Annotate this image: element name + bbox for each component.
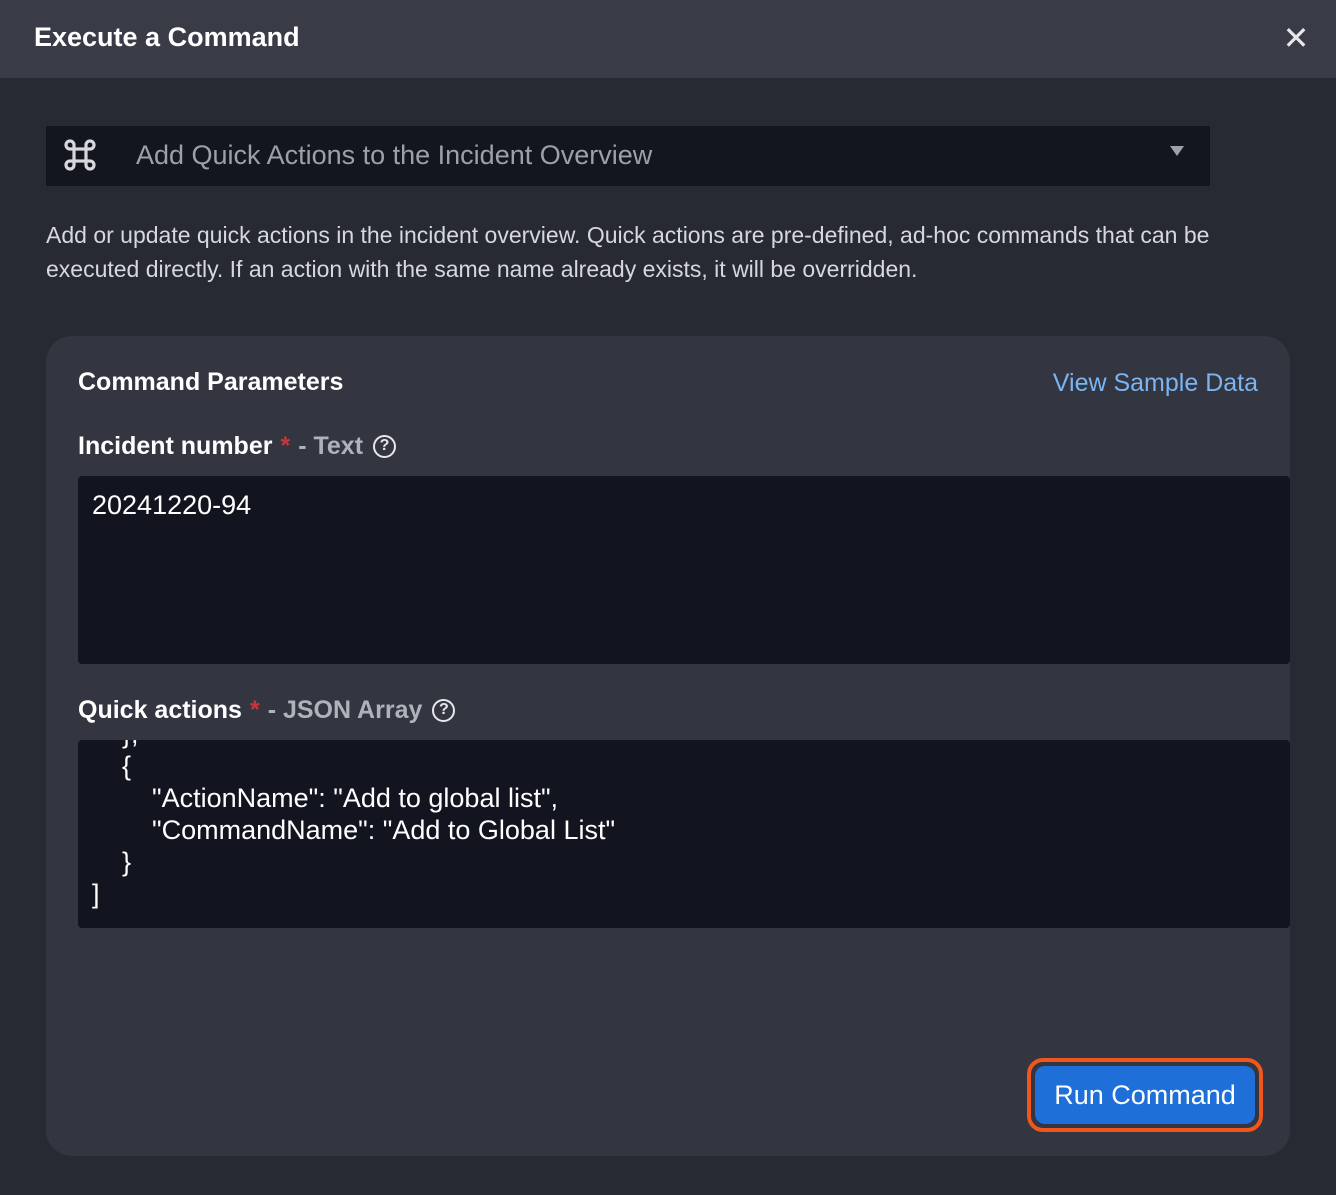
selected-command: Add Quick Actions to the Incident Overvi…: [136, 140, 653, 170]
command-select[interactable]: Add Quick Actions to the Incident Overvi…: [46, 126, 1210, 186]
execute-command-dialog: Execute a Command ✕ Add Quick Actions to…: [0, 0, 1336, 1195]
quick-actions-json-editor[interactable]: }, { "ActionName": "Add to global list",…: [78, 740, 1290, 928]
field-type: - JSON Array: [267, 696, 423, 724]
required-mark: *: [280, 432, 291, 460]
required-mark: *: [249, 696, 260, 724]
view-sample-data-link[interactable]: View Sample Data: [1053, 369, 1258, 398]
json-lines: }, { "ActionName": "Add to global list",…: [92, 740, 1276, 910]
incident-number-value: 20241220-94: [92, 490, 252, 520]
json-line: }: [92, 847, 132, 877]
field-label-text: Incident number: [78, 432, 273, 460]
incident-number-input[interactable]: 20241220-94: [78, 476, 1290, 664]
dialog-title: Execute a Command: [34, 22, 300, 52]
command-key-icon: [64, 139, 96, 171]
json-line: {: [92, 751, 132, 781]
help-icon[interactable]: ?: [373, 435, 397, 458]
run-command-highlight: Run Command: [1027, 1058, 1263, 1132]
incident-number-label: Incident number * - Text ?: [78, 432, 397, 461]
json-line: },: [92, 740, 1276, 750]
field-label-text: Quick actions: [78, 696, 242, 724]
parameters-title: Command Parameters: [78, 368, 344, 396]
help-icon[interactable]: ?: [432, 699, 456, 722]
command-parameters-panel: Command Parameters View Sample Data Inci…: [46, 336, 1290, 1156]
quick-actions-label: Quick actions * - JSON Array ?: [78, 696, 456, 725]
chevron-down-icon: [1170, 146, 1184, 156]
field-type: - Text: [298, 432, 364, 460]
run-command-button[interactable]: Run Command: [1035, 1066, 1255, 1124]
dialog-header: Execute a Command ✕: [0, 0, 1336, 78]
close-icon[interactable]: ✕: [1280, 22, 1312, 54]
json-line: "ActionName": "Add to global list",: [92, 783, 559, 813]
json-line: ]: [92, 879, 100, 909]
json-line: "CommandName": "Add to Global List": [92, 815, 616, 845]
command-description: Add or update quick actions in the incid…: [46, 222, 1210, 282]
